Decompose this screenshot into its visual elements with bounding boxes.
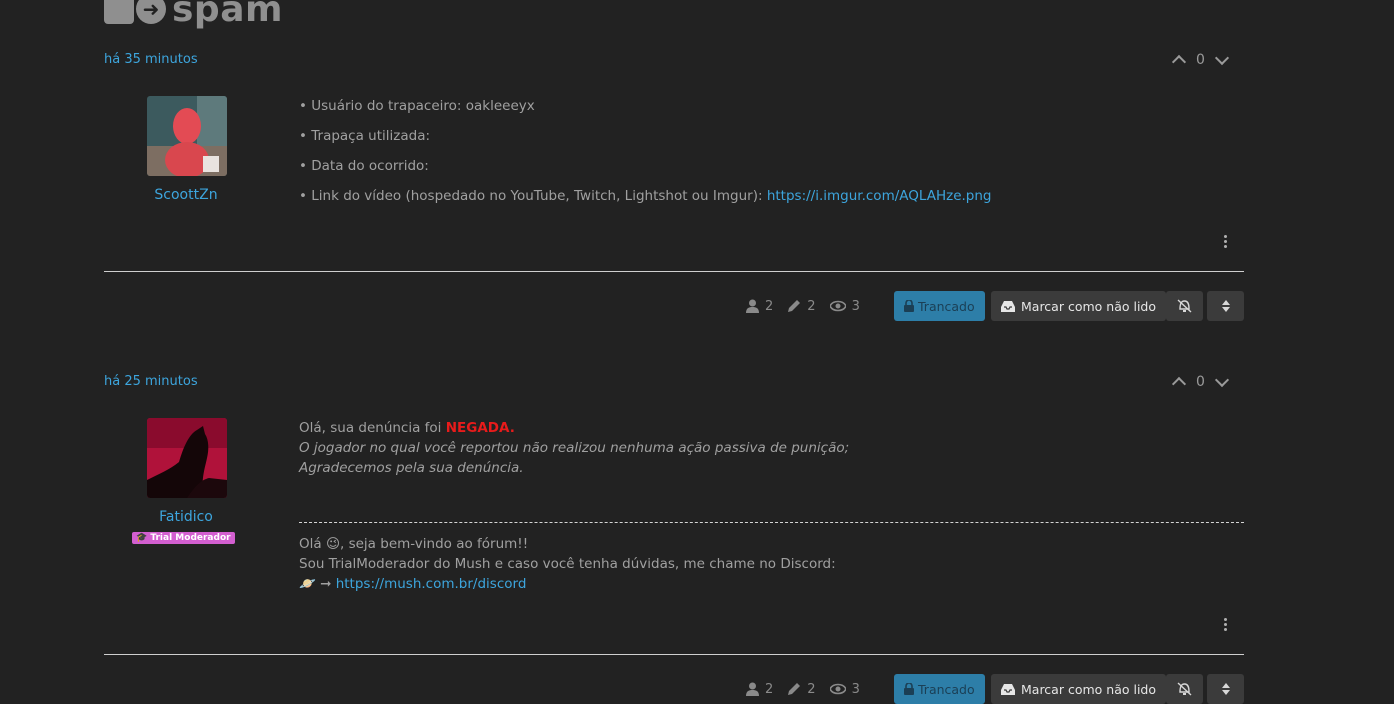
avatar[interactable] [147, 96, 227, 176]
post-vote-control: 0 [1171, 372, 1229, 392]
post-divider [104, 271, 1244, 272]
mark-unread-label: Marcar como não lido [1021, 298, 1157, 314]
logo-text: spam [172, 0, 284, 30]
sort-button[interactable] [1207, 291, 1244, 321]
lock-icon [104, 0, 134, 24]
user-icon [746, 299, 759, 313]
pencil-icon [788, 683, 801, 695]
signature-link-line: 🪐 ➞ https://mush.com.br/discord [299, 574, 836, 594]
mark-unread-button[interactable]: Marcar como não lido [991, 291, 1167, 321]
locked-button[interactable]: Trancado [894, 291, 985, 321]
verdict-line: Olá, sua denúncia foi NEGADA. [299, 418, 849, 438]
inbox-icon [1001, 300, 1015, 312]
bell-slash-icon [1177, 299, 1192, 313]
sort-icon [1221, 683, 1230, 695]
role-badge[interactable]: 🎓 Trial Moderador [132, 532, 235, 544]
post-body: Olá, sua denúncia foi NEGADA. O jogador … [299, 418, 849, 478]
locked-button[interactable]: Trancado [894, 674, 985, 704]
verdict-text: NEGADA. [445, 420, 515, 436]
author-name[interactable]: ScoottZn [126, 187, 246, 203]
posters-stat: 2 [746, 682, 773, 697]
verdict-thanks: Agradecemos pela sua denúncia. [299, 460, 524, 476]
body-line: • Data do ocorrido: [299, 158, 429, 174]
chevron-down-icon[interactable] [1214, 372, 1229, 388]
chevron-down-icon[interactable] [1214, 50, 1229, 66]
topic-stats: 2 2 3 [746, 291, 860, 321]
post-timestamp[interactable]: há 35 minutos [104, 52, 198, 67]
mark-unread-button[interactable]: Marcar como não lido [991, 674, 1167, 704]
vote-count: 0 [1196, 374, 1205, 390]
sort-icon [1221, 300, 1230, 312]
views-stat: 3 [829, 681, 860, 697]
post-body: • Usuário do trapaceiro: oakleeeyx • Tra… [299, 96, 992, 206]
locked-label: Trancado [918, 681, 975, 697]
chevron-up-icon[interactable] [1171, 54, 1187, 70]
author-name[interactable]: Fatidico [126, 509, 246, 525]
posts-stat: 2 [787, 298, 816, 314]
vote-count: 0 [1196, 52, 1205, 68]
watch-toggle-button[interactable] [1166, 674, 1203, 704]
avatar[interactable] [147, 418, 227, 498]
locked-label: Trancado [918, 298, 975, 314]
verdict-reason: O jogador no qual você reportou não real… [299, 440, 850, 456]
mark-unread-label: Marcar como não lido [1021, 681, 1157, 697]
pencil-icon [788, 300, 801, 312]
posts-stat: 2 [787, 681, 816, 697]
discord-link[interactable]: https://mush.com.br/discord [336, 576, 527, 592]
bell-slash-icon [1177, 682, 1192, 696]
arrow-circle-icon: ➜ [136, 0, 166, 24]
views-count: 3 [851, 298, 860, 314]
posters-count: 2 [765, 298, 774, 314]
post-timestamp[interactable]: há 25 minutos [104, 374, 198, 389]
user-icon [746, 682, 759, 696]
post-vote-control: 0 [1171, 50, 1229, 70]
signature-divider [299, 522, 1244, 523]
posts-count: 2 [807, 681, 816, 697]
views-count: 3 [851, 681, 860, 697]
eye-icon [829, 300, 846, 312]
chevron-up-icon[interactable] [1171, 376, 1187, 392]
body-line-video: • Link do vídeo (hospedado no YouTube, T… [299, 186, 992, 206]
signature-link-prefix: 🪐 ➞ [299, 576, 336, 592]
body-line: • Usuário do trapaceiro: oakleeeyx [299, 98, 535, 114]
signature-greeting: Olá 😉, seja bem-vindo ao fórum!! [299, 536, 529, 552]
signature-text: Sou TrialModerador do Mush e caso você t… [299, 556, 836, 572]
site-logo[interactable]: ➜ spam [104, 0, 283, 32]
posters-stat: 2 [746, 299, 773, 314]
eye-icon [829, 683, 846, 695]
views-stat: 3 [829, 298, 860, 314]
posters-count: 2 [765, 681, 774, 697]
watch-toggle-button[interactable] [1166, 291, 1203, 321]
lock-icon [904, 683, 914, 695]
inbox-icon [1001, 683, 1015, 695]
post-divider [104, 654, 1244, 655]
kebab-menu-icon[interactable] [1224, 618, 1228, 631]
lock-icon [904, 300, 914, 312]
kebab-menu-icon[interactable] [1224, 235, 1228, 248]
topic-stats: 2 2 3 [746, 674, 860, 704]
body-line: • Trapaça utilizada: [299, 128, 431, 144]
sort-button[interactable] [1207, 674, 1244, 704]
body-line-video-label: • Link do vídeo (hospedado no YouTube, T… [299, 188, 767, 204]
signature: Olá 😉, seja bem-vindo ao fórum!! Sou Tri… [299, 534, 836, 594]
verdict-intro: Olá, sua denúncia foi [299, 420, 446, 436]
posts-count: 2 [807, 298, 816, 314]
video-link[interactable]: https://i.imgur.com/AQLAHze.png [767, 188, 992, 204]
